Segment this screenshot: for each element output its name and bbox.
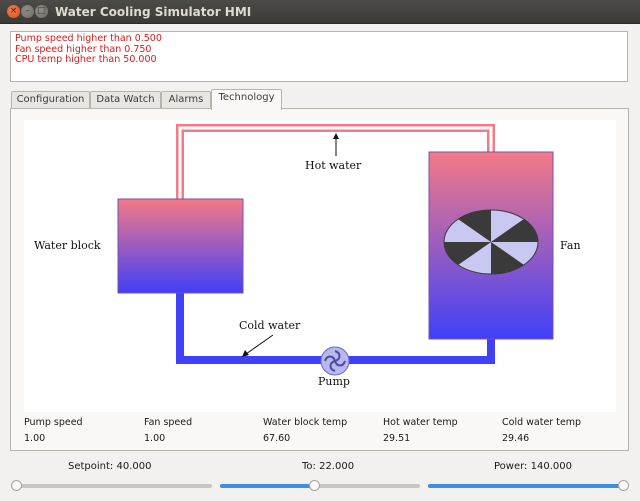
readout-value: 29.46 (502, 433, 530, 444)
tab-configuration[interactable]: Configuration (11, 91, 90, 109)
setpoint-label: Setpoint: 40.000 (68, 461, 152, 472)
hot-water-arrow (333, 133, 339, 156)
tab-technology[interactable]: Technology (211, 89, 282, 110)
alarm-log[interactable]: Pump speed higher than 0.500 Fan speed h… (10, 31, 628, 82)
slider-handle[interactable] (11, 480, 22, 491)
readout-label: Water block temp (263, 417, 348, 428)
cooling-diagram: Hot water Cold water Water block Fan Pum… (24, 120, 616, 412)
cold-water-arrow (242, 334, 274, 357)
readout-hot-water-temp: Hot water temp 29.51 (383, 416, 501, 445)
slider-fill (220, 484, 315, 488)
window-minimize-button[interactable]: – (21, 5, 34, 18)
power-slider[interactable] (428, 480, 629, 491)
slider-row: Setpoint: 40.000 To: 22.000 Power: 140.0… (0, 458, 640, 498)
readout-value: 29.51 (383, 433, 411, 444)
readout-fan-speed: Fan speed 1.00 (144, 416, 262, 445)
hot-water-label: Hot water (305, 159, 362, 172)
pump-label: Pump (318, 375, 350, 388)
readout-value: 1.00 (24, 433, 46, 444)
window-title: Water Cooling Simulator HMI (55, 5, 252, 19)
tab-data-watch[interactable]: Data Watch (90, 91, 161, 109)
slider-fill (428, 484, 624, 488)
power-label: Power: 140.000 (494, 461, 572, 472)
readout-water-block-temp: Water block temp 67.60 (263, 416, 381, 445)
readout-cold-water-temp: Cold water temp 29.46 (502, 416, 620, 445)
log-line: CPU temp higher than 50.000 (15, 54, 157, 65)
readout-label: Hot water temp (383, 417, 458, 428)
slider-handle[interactable] (618, 480, 629, 491)
to-slider[interactable] (220, 480, 420, 491)
readout-pump-speed: Pump speed 1.00 (24, 416, 142, 445)
tab-alarms[interactable]: Alarms (161, 91, 211, 109)
window-maximize-button[interactable]: □ (35, 5, 48, 18)
window-titlebar: × – □ Water Cooling Simulator HMI (0, 0, 640, 24)
log-line: Pump speed higher than 0.500 (15, 33, 162, 44)
to-label: To: 22.000 (302, 461, 355, 472)
window-close-button[interactable]: × (7, 5, 20, 18)
setpoint-slider[interactable] (11, 480, 212, 491)
readout-label: Cold water temp (502, 417, 582, 428)
pump-icon[interactable] (320, 346, 350, 376)
readouts: Pump speed 1.00 Fan speed 1.00 Water blo… (24, 416, 624, 448)
readout-value: 67.60 (263, 433, 291, 444)
fan-icon[interactable] (443, 209, 539, 275)
readout-label: Pump speed (24, 417, 83, 428)
water-block-label: Water block (34, 239, 101, 252)
fan-label: Fan (560, 239, 581, 252)
slider-handle[interactable] (309, 480, 320, 491)
cold-water-label: Cold water (239, 319, 301, 332)
readout-label: Fan speed (144, 417, 193, 428)
water-block (117, 198, 244, 294)
readout-value: 1.00 (144, 433, 166, 444)
